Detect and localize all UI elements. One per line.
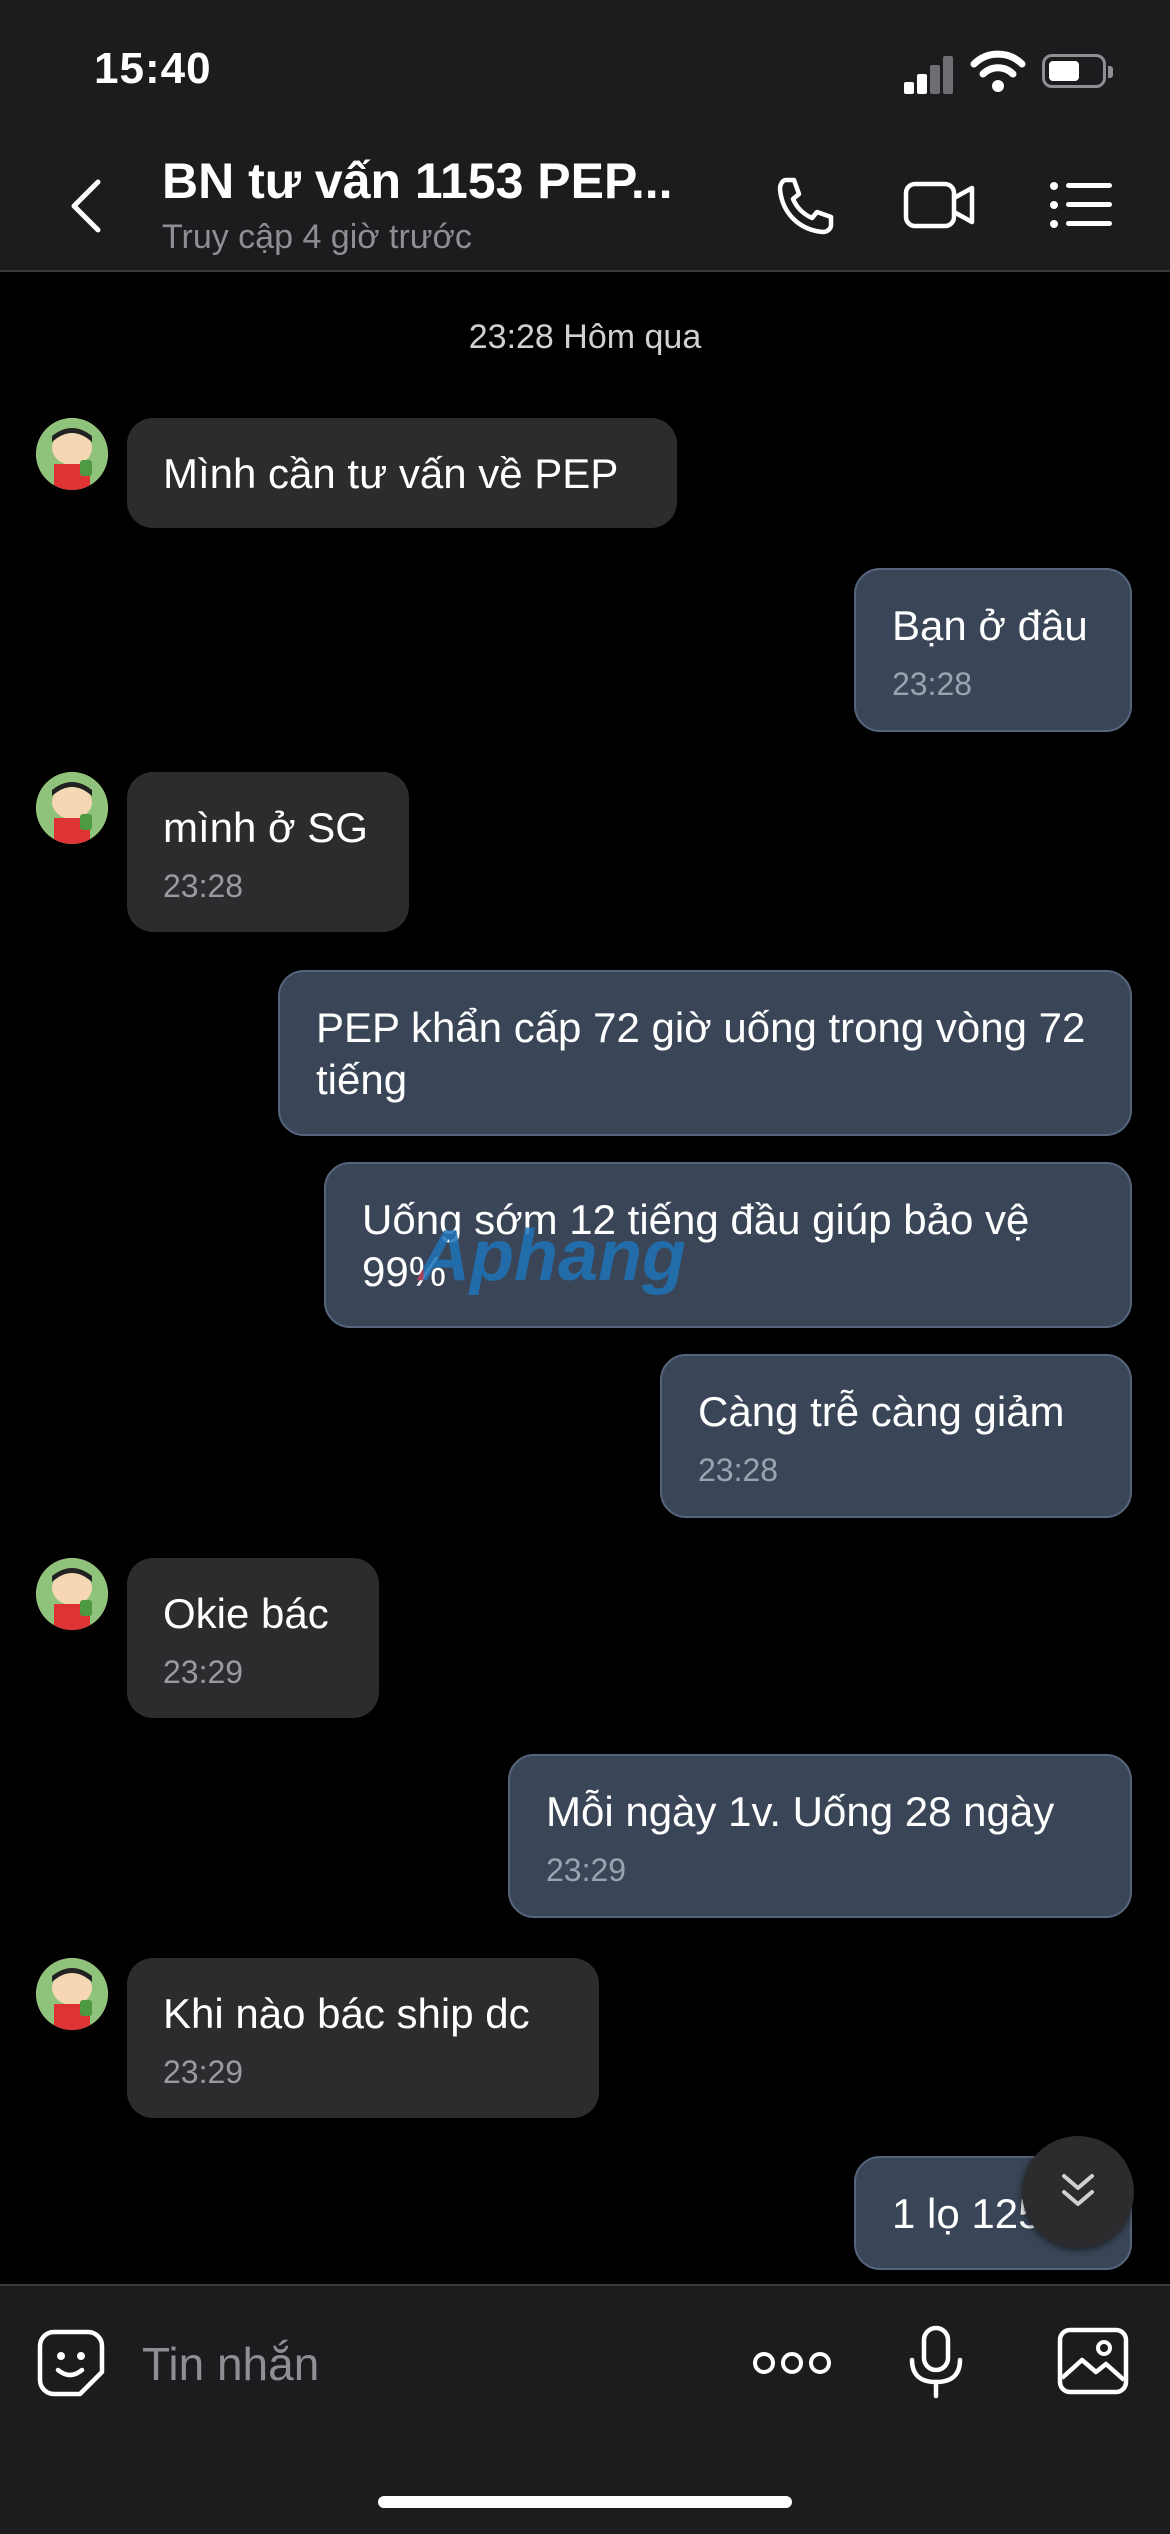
avatar[interactable] xyxy=(36,1958,108,2030)
message-text: Okie bác xyxy=(163,1590,329,1637)
message-time: 23:29 xyxy=(163,1654,244,1690)
message-bubble-outgoing[interactable]: Mỗi ngày 1v. Uống 28 ngày 23:29 xyxy=(508,1754,1132,1918)
list-icon xyxy=(1050,182,1112,228)
message-bubble-incoming[interactable]: mình ở SG 23:28 xyxy=(127,772,409,932)
video-call-button[interactable] xyxy=(902,172,976,238)
back-chevron-icon[interactable] xyxy=(64,176,110,236)
message-text: Khi nào bác ship dc xyxy=(163,1990,530,2037)
microphone-icon[interactable] xyxy=(906,2324,966,2400)
avatar[interactable] xyxy=(36,772,108,844)
message-text: Uống sớm 12 tiếng đầu giúp bảo vệ 99% xyxy=(362,1196,1030,1295)
message-list[interactable]: 23:28 Hôm qua Mình cần tư vấn về PEP Bạn… xyxy=(0,272,1170,2284)
last-seen-status: Truy cập 4 giờ trước xyxy=(162,218,472,256)
top-bar: 15:40 BN tư vấn 1153 PEP... Truy cập 4 g… xyxy=(0,0,1170,272)
message-time: 23:28 xyxy=(163,868,244,904)
message-text: mình ở SG xyxy=(163,804,368,851)
battery-icon xyxy=(1042,54,1113,88)
message-time: 23:28 xyxy=(892,666,973,702)
message-bubble-incoming[interactable]: Okie bác 23:29 xyxy=(127,1558,379,1718)
date-separator: 23:28 Hôm qua xyxy=(468,318,702,356)
message-text: Mỗi ngày 1v. Uống 28 ngày xyxy=(546,1788,1055,1835)
message-time: 23:28 xyxy=(698,1452,779,1488)
avatar[interactable] xyxy=(36,418,108,490)
home-indicator xyxy=(378,2496,792,2508)
conversation-title[interactable]: BN tư vấn 1153 PEP... xyxy=(162,152,673,210)
sticker-face-icon[interactable] xyxy=(36,2328,106,2398)
message-time: 23:29 xyxy=(546,1852,627,1888)
message-bubble-incoming[interactable]: Mình cần tư vấn về PEP xyxy=(127,418,677,528)
message-bubble-outgoing[interactable]: Càng trễ càng giảm 23:28 xyxy=(660,1354,1132,1518)
message-bubble-outgoing[interactable]: Uống sớm 12 tiếng đầu giúp bảo vệ 99% xyxy=(324,1162,1132,1328)
message-text: PEP khẩn cấp 72 giờ uống trong vòng 72 t… xyxy=(316,1004,1086,1103)
phone-icon xyxy=(777,177,834,235)
avatar[interactable] xyxy=(36,1558,108,1630)
message-text: Bạn ở đâu xyxy=(892,602,1088,649)
ellipsis-icon[interactable] xyxy=(752,2348,832,2378)
message-text: Càng trễ càng giảm xyxy=(698,1388,1065,1435)
video-camera-icon xyxy=(903,181,975,229)
status-time: 15:40 xyxy=(94,44,212,93)
message-bubble-outgoing[interactable]: Bạn ở đâu 23:28 xyxy=(854,568,1132,732)
message-text: Mình cần tư vấn về PEP xyxy=(163,450,619,497)
phone-call-button[interactable] xyxy=(766,172,840,238)
cellular-signal-icon xyxy=(904,54,956,94)
wifi-icon xyxy=(970,50,1026,92)
image-icon[interactable] xyxy=(1056,2326,1130,2396)
message-bubble-outgoing[interactable]: PEP khẩn cấp 72 giờ uống trong vòng 72 t… xyxy=(278,970,1132,1136)
scroll-to-bottom-button[interactable] xyxy=(1022,2136,1134,2248)
message-time: 23:29 xyxy=(163,2054,244,2090)
message-bubble-incoming[interactable]: Khi nào bác ship dc 23:29 xyxy=(127,1958,599,2118)
message-input[interactable] xyxy=(140,2330,684,2398)
double-chevron-down-icon xyxy=(1062,2174,1094,2206)
composer-bar xyxy=(0,2284,1170,2534)
conversation-menu-button[interactable] xyxy=(1044,172,1118,238)
